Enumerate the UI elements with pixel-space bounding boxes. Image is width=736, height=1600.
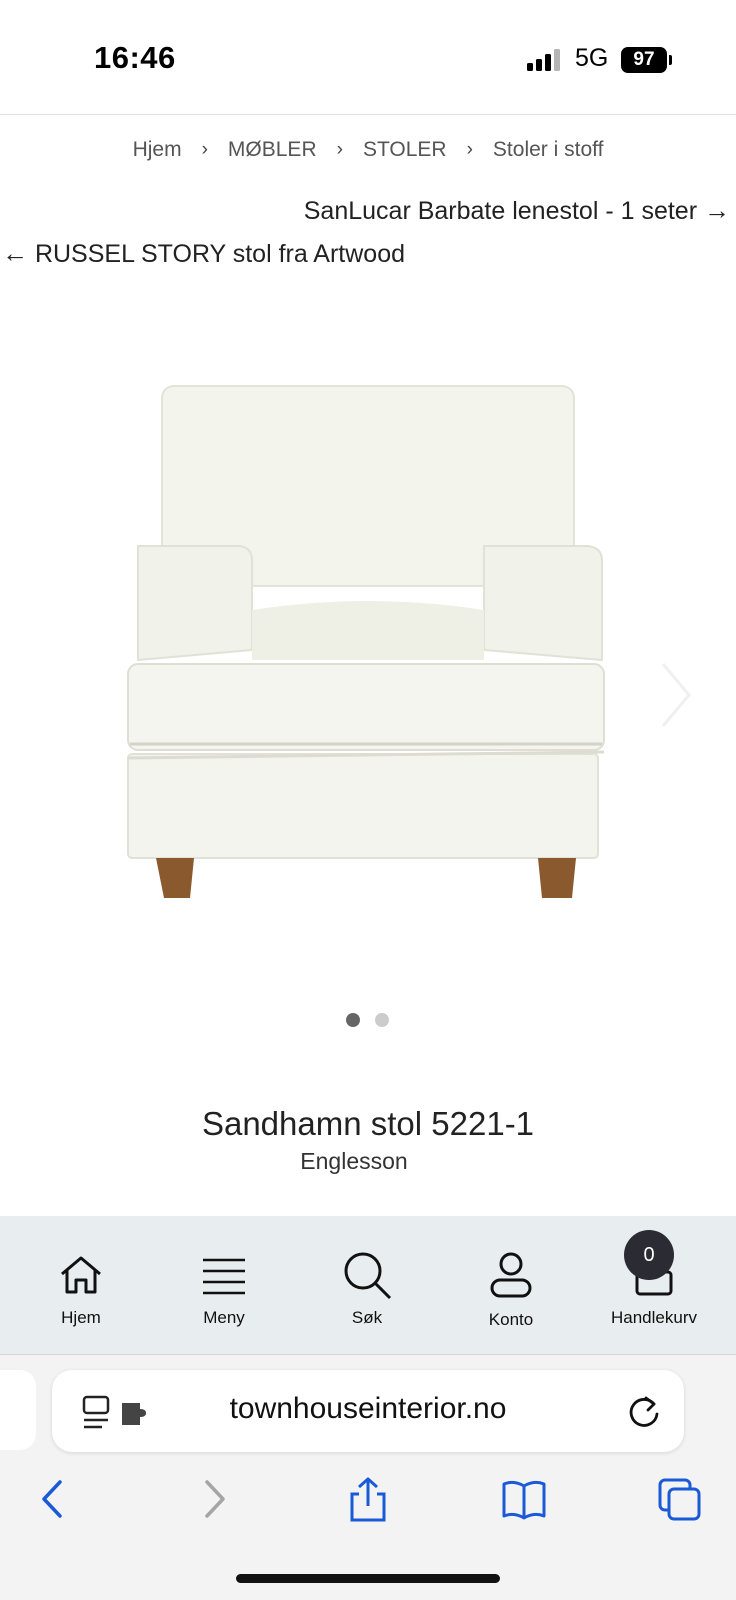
bottom-navigation: Hjem Meny Søk Konto 0 Handlekurv [0,1216,736,1355]
product-brand[interactable]: Englesson [0,1148,708,1175]
chevron-right-icon: › [201,139,208,160]
share-icon[interactable] [346,1476,390,1522]
gallery-dot[interactable] [375,1013,389,1027]
back-icon[interactable] [32,1476,76,1522]
nav-item-handlekurv[interactable]: 0 Handlekurv [594,1216,714,1354]
cellular-signal-icon [527,49,560,71]
next-product-label: SanLucar Barbate lenestol - 1 seter [303,197,698,225]
nav-label: Søk [351,1308,383,1327]
chevron-right-icon: › [336,139,343,160]
breadcrumb-item-stoler-i-stoff[interactable]: Stoler i stoff [493,138,604,162]
forward-icon[interactable] [191,1476,235,1522]
nav-label: Meny [203,1308,245,1327]
chevron-right-icon: › [466,139,473,160]
reload-icon[interactable] [626,1392,662,1430]
chevron-right-icon[interactable] [655,660,695,730]
product-image[interactable] [110,360,630,920]
search-icon [344,1252,392,1300]
home-icon [61,1256,101,1294]
home-indicator [236,1574,500,1583]
nav-label: Handlekurv [611,1308,697,1327]
battery-icon: 97 [621,47,667,73]
arrow-right-icon: → [704,195,730,225]
tabs-icon[interactable] [658,1476,702,1522]
battery-tip [669,55,672,65]
breadcrumb-item-mobler[interactable]: MØBLER [228,138,317,162]
bookmarks-icon[interactable] [502,1476,546,1522]
gallery-dot-active[interactable] [346,1013,360,1027]
previous-product-link[interactable]: ← RUSSEL STORY stol fra Artwood [2,238,405,269]
status-time: 16:46 [94,40,176,75]
previous-product-label: RUSSEL STORY stol fra Artwood [34,240,406,268]
network-type: 5G [575,44,609,72]
breadcrumb-item-hjem[interactable]: Hjem [133,138,182,162]
product-title: Sandhamn stol 5221-1 [201,1105,535,1142]
header-divider [0,114,736,115]
nav-item-hjem[interactable]: Hjem [21,1216,141,1354]
nav-item-konto[interactable]: Konto [451,1216,571,1354]
breadcrumb-item-stoler[interactable]: STOLER [363,138,447,162]
nav-label: Konto [488,1310,534,1329]
nav-item-meny[interactable]: Meny [164,1216,284,1354]
arrow-left-icon: ← [2,238,28,268]
cart-count-badge: 0 [624,1230,674,1280]
nav-label: Hjem [61,1308,101,1327]
breadcrumb: Hjem › MØBLER › STOLER › Stoler i stoff [0,138,736,162]
user-icon [490,1252,532,1298]
menu-icon [203,1258,245,1295]
nav-item-sok[interactable]: Søk [307,1216,427,1354]
next-product-link[interactable]: SanLucar Barbate lenestol - 1 seter → [304,195,730,226]
